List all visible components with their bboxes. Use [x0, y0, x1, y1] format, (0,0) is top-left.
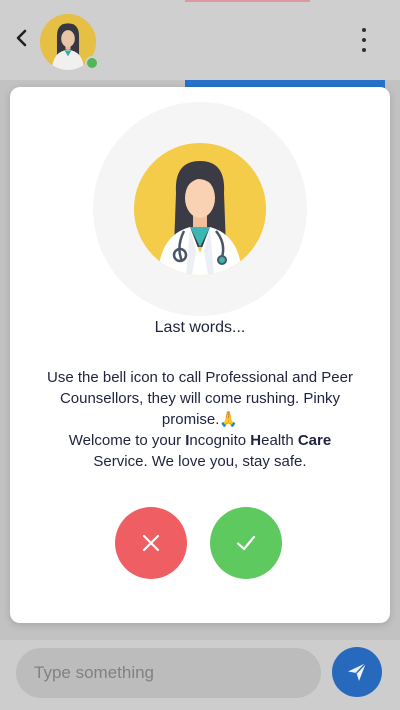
health-rest: ealth: [261, 432, 298, 449]
close-icon: [142, 534, 160, 552]
dialog-message: Use the bell icon to call Professional a…: [40, 367, 360, 472]
confirm-button[interactable]: [210, 507, 282, 579]
incognito-rest: ncognito: [189, 432, 251, 449]
doctor-icon: [134, 143, 266, 275]
message-closing: Service. We love you, stay safe.: [93, 453, 307, 470]
health-initial: H: [250, 432, 262, 449]
care-word: Care: [297, 432, 332, 449]
last-words-dialog: Last words... Use the bell icon to call …: [10, 87, 390, 623]
pray-emoji: 🙏: [219, 411, 239, 428]
dialog-title: Last words...: [154, 319, 246, 336]
check-icon: [236, 535, 256, 551]
doctor-illustration: [134, 143, 266, 275]
welcome-prefix: Welcome to your: [68, 432, 186, 449]
cancel-button[interactable]: [115, 507, 187, 579]
message-line: Use the bell icon to call Professional a…: [46, 369, 353, 428]
